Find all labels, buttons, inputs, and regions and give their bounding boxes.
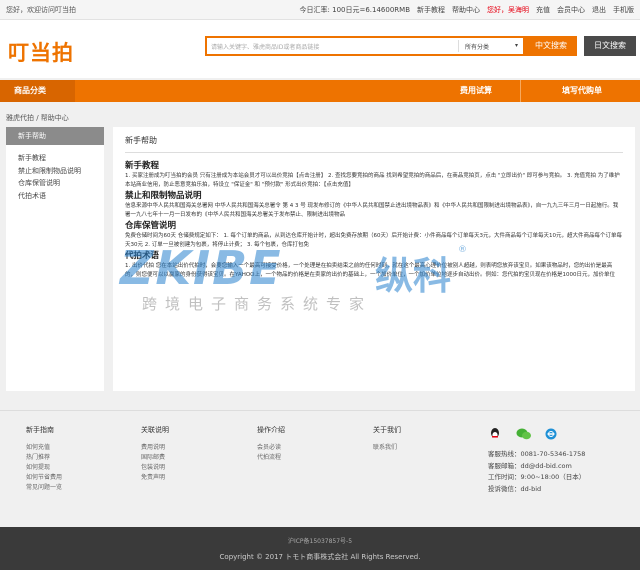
breadcrumb: 雅虎代拍 / 帮助中心 — [6, 114, 69, 122]
nav-agent-form[interactable]: 填写代购单 — [562, 80, 602, 102]
footer-link[interactable]: 国际邮费 — [141, 453, 169, 463]
section-heading: 新手教程 — [125, 161, 160, 171]
footer-link[interactable]: 联系我们 — [373, 443, 401, 453]
main-nav: 商品分类 费用试算 填写代购单 — [0, 80, 640, 102]
footer-col-related: 关联说明 费用说明 国际邮费 包装说明 免责声明 — [141, 425, 169, 483]
section-body: 1. 出价代拍 您在本站出价代拍时，会要您输入一个最高可接受价格，一个处理是在拍… — [125, 263, 615, 278]
link-new-tutorial[interactable]: 新手教程 — [417, 5, 445, 15]
footer: 新手指南 如何充值 热门推荐 如何提现 如何节省费用 常见问题一览 关联说明 费… — [0, 410, 640, 527]
link-mobile[interactable]: 手机版 — [613, 5, 634, 15]
section-body: 1. 买家注册成为叮当拍的会员 只有注册成为本站会员才可以出价竞拍【点击注册】 … — [125, 173, 620, 188]
sidebar-item-prohibited[interactable]: 禁止和限制物品说明 — [18, 165, 104, 178]
section-heading: 代拍术语 — [125, 251, 160, 261]
sidebar-item-tutorial[interactable]: 新手教程 — [18, 152, 104, 165]
category-select[interactable]: 所有分类 ▾ — [459, 42, 523, 51]
footer-link[interactable]: 费用说明 — [141, 443, 169, 453]
contact-wechat: 投诉微信：dd-bid — [488, 484, 542, 493]
footer-col-operation: 操作介绍 会员必读 代拍流程 — [257, 425, 285, 463]
copyright-bar: 沪ICP备15037857号-5 Copyright © 2017 トモト商事株… — [0, 527, 640, 570]
footer-link[interactable]: 免责声明 — [141, 473, 169, 483]
chevron-down-icon: ▾ — [514, 41, 518, 49]
link-logout[interactable]: 退出 — [592, 5, 606, 15]
footer-link[interactable]: 常见问题一览 — [26, 483, 62, 493]
icp-number[interactable]: 沪ICP备15037857号-5 — [0, 536, 640, 545]
user-greeting[interactable]: 您好，吴海明 — [487, 5, 529, 15]
footer-link[interactable]: 如何提现 — [26, 463, 62, 473]
top-links: 今日汇率: 100日元=6.14600RMB 新手教程 帮助中心 您好，吴海明 … — [300, 5, 634, 15]
page-title: 新手帮助 — [125, 135, 623, 153]
contact-email: 客服邮箱：dd@dd-bid.com — [488, 461, 572, 470]
contact-hours: 工作时间：9:00~18:00（日本） — [488, 473, 586, 481]
nav-categories[interactable]: 商品分类 — [0, 80, 75, 102]
section-body: 信息来源中华人民共和国海关总署网 中华人民共和国海关总署令 第 4 3 号 现发… — [125, 203, 619, 218]
footer-col-heading: 操作介绍 — [257, 426, 285, 434]
chinese-search-button[interactable]: 中文搜索 — [525, 36, 577, 56]
footer-link[interactable]: 如何节省费用 — [26, 473, 62, 483]
search-box: 请输入关键字、雅虎商品ID或者商品链接 所有分类 ▾ — [205, 36, 525, 56]
footer-col-heading: 关联说明 — [141, 426, 169, 434]
link-member-center[interactable]: 会员中心 — [557, 5, 585, 15]
contact-phone: 客服热线：0081-70-5346-1758 — [488, 450, 586, 458]
wechat-icon[interactable] — [516, 427, 531, 441]
sidebar: 新手帮助 新手教程 禁止和限制物品说明 仓库保管说明 代拍术语 — [6, 127, 104, 391]
header: 叮当拍 请输入关键字、雅虎商品ID或者商品链接 所有分类 ▾ 中文搜索 日文搜索 — [0, 20, 640, 78]
copyright-text: Copyright © 2017 トモト商事株式会社 All Rights Re… — [219, 553, 421, 561]
sidebar-item-warehouse[interactable]: 仓库保管说明 — [18, 177, 104, 190]
welcome-text: 您好，欢迎访问叮当拍 — [6, 6, 76, 14]
footer-link[interactable]: 如何充值 — [26, 443, 62, 453]
section-body: 免费仓储时间为60天 仓储费规定如下： 1. 每个订单的商品，从到达仓库开始计时… — [125, 233, 622, 248]
link-help-center[interactable]: 帮助中心 — [452, 5, 480, 15]
footer-link[interactable]: 热门推荐 — [26, 453, 62, 463]
footer-link[interactable]: 会员必读 — [257, 443, 285, 453]
footer-link[interactable]: 代拍流程 — [257, 453, 285, 463]
section-heading: 仓库保管说明 — [125, 221, 177, 231]
nav-divider — [520, 80, 521, 102]
main-content: 新手帮助 新手教程 1. 买家注册成为叮当拍的会员 只有注册成为本站会员才可以出… — [113, 127, 635, 391]
nav-fee-calculator[interactable]: 费用试算 — [460, 80, 492, 102]
sidebar-item-terms[interactable]: 代拍术语 — [18, 190, 104, 203]
footer-col-heading: 关于我们 — [373, 426, 401, 434]
qq-icon[interactable] — [488, 427, 502, 441]
contact-info: 客服热线：0081-70-5346-1758 客服邮箱：dd@dd-bid.co… — [488, 449, 585, 495]
footer-col-guide: 新手指南 如何充值 热门推荐 如何提现 如何节省费用 常见问题一览 — [26, 425, 62, 493]
footer-col-heading: 新手指南 — [26, 426, 54, 434]
footer-link[interactable]: 包装说明 — [141, 463, 169, 473]
search-input[interactable]: 请输入关键字、雅虎商品ID或者商品链接 — [207, 42, 458, 51]
logo[interactable]: 叮当拍 — [8, 37, 74, 67]
ie-icon[interactable] — [544, 427, 558, 441]
category-select-value: 所有分类 — [465, 43, 490, 51]
footer-col-about: 关于我们 联系我们 — [373, 425, 401, 453]
top-bar: 您好，欢迎访问叮当拍 今日汇率: 100日元=6.14600RMB 新手教程 帮… — [0, 0, 640, 20]
japanese-search-button[interactable]: 日文搜索 — [584, 36, 636, 56]
sidebar-header: 新手帮助 — [6, 127, 104, 145]
social-icons — [488, 427, 558, 441]
section-heading: 禁止和限制物品说明 — [125, 191, 202, 201]
link-recharge[interactable]: 充值 — [536, 5, 550, 15]
exchange-rate: 今日汇率: 100日元=6.14600RMB — [299, 6, 410, 14]
